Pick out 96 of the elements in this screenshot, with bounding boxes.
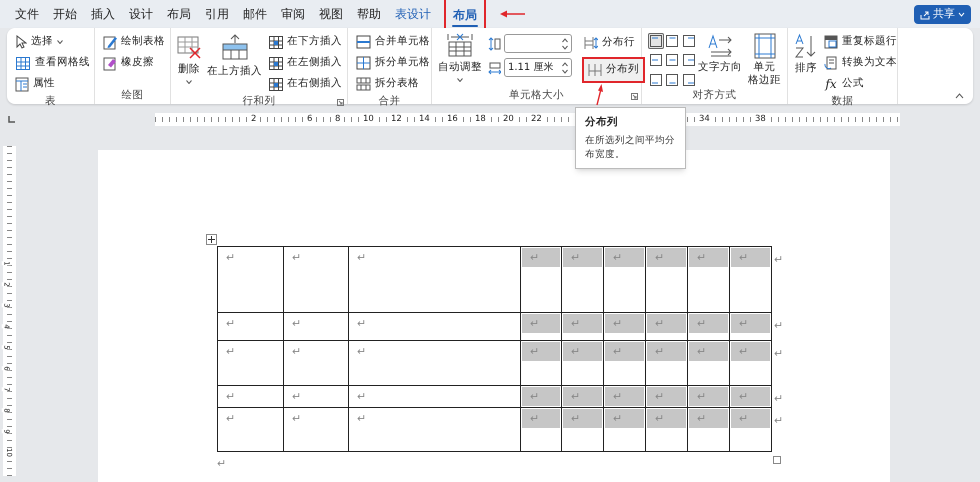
menu-tab[interactable]: 文件 — [14, 3, 40, 25]
paragraph-mark: ↵ — [647, 314, 686, 333]
row-end-mark: ↵ — [774, 392, 784, 405]
menu-tab[interactable]: 布局 — [452, 4, 478, 26]
share-button[interactable]: 共享 — [914, 5, 971, 24]
paragraph-mark: ↵ — [605, 314, 644, 333]
delete-button[interactable]: 删除 — [177, 32, 201, 94]
paragraph-mark: ↵ — [225, 389, 236, 405]
paragraph-mark: ↵ — [563, 387, 602, 406]
paragraph-mark: ↵ — [731, 342, 770, 361]
group-label: 行和列 — [242, 94, 276, 109]
ribbon-button[interactable]: 拆分单元格 — [354, 53, 432, 73]
paragraph-mark: ↵ — [689, 409, 728, 428]
paragraph-mark: ↵ — [217, 456, 226, 472]
paragraph-mark: ↵ — [522, 342, 560, 361]
tooltip-text: 在所选列之间平均分布宽度。 — [585, 134, 676, 162]
group-label: 对齐方式 — [692, 88, 736, 104]
ribbon-button[interactable]: 重复标题行 — [822, 32, 899, 52]
sort-button[interactable]: 排序 — [794, 32, 818, 94]
group-label: 表 — [45, 94, 56, 109]
ribbon-button[interactable]: 属性 — [13, 74, 92, 94]
paragraph-mark: ↵ — [563, 314, 602, 333]
menu-tab[interactable]: 帮助 — [356, 3, 382, 25]
paragraph-mark: ↵ — [291, 250, 302, 266]
paragraph-mark: ↵ — [563, 248, 602, 267]
paragraph-mark: ↵ — [731, 387, 770, 406]
ribbon-button[interactable]: 查看网格线 — [13, 53, 92, 73]
paragraph-mark: ↵ — [522, 314, 560, 333]
row-end-mark: ↵ — [774, 414, 784, 427]
row-end-mark: ↵ — [774, 253, 784, 266]
paragraph-mark: ↵ — [731, 314, 770, 333]
paragraph-mark: ↵ — [563, 409, 602, 428]
menu-tab[interactable]: 插入 — [90, 3, 116, 25]
paragraph-mark: ↵ — [356, 389, 368, 405]
paragraph-mark: ↵ — [605, 248, 644, 267]
menu-tab[interactable]: 开始 — [52, 3, 78, 25]
paragraph-mark: ↵ — [647, 387, 686, 406]
formula-button[interactable]: fx 公式 — [822, 74, 899, 94]
cell-margins-button[interactable]: 单元 格边距 — [748, 32, 781, 88]
paragraph-mark: ↵ — [563, 342, 602, 361]
row-end-mark: ↵ — [774, 319, 784, 332]
paragraph-mark: ↵ — [605, 387, 644, 406]
menu-tab[interactable]: 引用 — [204, 3, 230, 25]
menu-tab[interactable]: 表设计 — [394, 3, 432, 25]
ribbon-button[interactable]: 分布列 — [584, 59, 643, 81]
ribbon-button[interactable]: 在下方插入 — [266, 32, 344, 52]
ribbon-button[interactable]: 分布行 — [582, 33, 645, 53]
paragraph-mark: ↵ — [291, 411, 302, 427]
menu-tab[interactable]: 审阅 — [280, 3, 306, 25]
menu-tab[interactable]: 布局 — [166, 3, 192, 25]
paragraph-mark: ↵ — [356, 316, 368, 332]
tooltip-title: 分布列 — [585, 115, 619, 130]
paragraph-mark: ↵ — [605, 409, 644, 428]
group-label: 单元格大小 — [509, 88, 564, 104]
paragraph-mark: ↵ — [225, 411, 236, 427]
group-label: 绘图 — [122, 88, 144, 104]
paragraph-mark: ↵ — [647, 342, 686, 361]
paragraph-mark: ↵ — [689, 387, 728, 406]
ribbon-button[interactable]: 在右侧插入 — [266, 74, 344, 94]
column-width-field[interactable]: 1.11 厘米 — [504, 58, 572, 77]
text-direction-button[interactable]: 文字方向 — [698, 32, 742, 88]
paragraph-mark: ↵ — [689, 248, 728, 267]
paragraph-mark: ↵ — [225, 344, 236, 360]
ribbon-button[interactable]: 在左侧插入 — [266, 53, 344, 73]
row-end-mark: ↵ — [774, 347, 784, 360]
paragraph-mark: ↵ — [356, 344, 368, 360]
paragraph-mark: ↵ — [647, 409, 686, 428]
ribbon-button[interactable]: 合并单元格 — [354, 32, 432, 52]
paragraph-mark: ↵ — [291, 316, 302, 332]
paragraph-mark: ↵ — [356, 250, 368, 266]
ribbon-button[interactable]: 绘制表格 — [101, 32, 167, 52]
paragraph-mark: ↵ — [291, 344, 302, 360]
group-label: 合并 — [378, 94, 400, 109]
paragraph-mark: ↵ — [731, 409, 770, 428]
menu-tab[interactable]: 视图 — [318, 3, 344, 25]
paragraph-mark: ↵ — [522, 248, 560, 267]
paragraph-mark: ↵ — [522, 387, 560, 406]
paragraph-mark: ↵ — [689, 342, 728, 361]
ribbon-button[interactable]: 选择 — [13, 32, 92, 52]
ribbon-button[interactable]: 拆分表格 — [354, 74, 432, 94]
paragraph-mark: ↵ — [731, 248, 770, 267]
paragraph-mark: ↵ — [647, 248, 686, 267]
paragraph-mark: ↵ — [522, 409, 560, 428]
autofit-button[interactable]: 自动调整 — [438, 32, 482, 88]
paragraph-mark: ↵ — [225, 316, 236, 332]
menu-tab[interactable]: 邮件 — [242, 3, 268, 25]
ribbon-button[interactable]: 橡皮擦 — [101, 53, 167, 73]
paragraph-mark: ↵ — [605, 342, 644, 361]
insert-above-button[interactable]: 在上方插入 — [207, 32, 262, 94]
paragraph-mark: ↵ — [225, 250, 236, 266]
ribbon-button[interactable]: 转换为文本 — [822, 53, 899, 73]
group-label: 数据 — [832, 94, 854, 109]
paragraph-mark: ↵ — [291, 389, 302, 405]
menu-tab[interactable]: 设计 — [128, 3, 154, 25]
paragraph-mark: ↵ — [689, 314, 728, 333]
paragraph-mark: ↵ — [356, 411, 368, 427]
